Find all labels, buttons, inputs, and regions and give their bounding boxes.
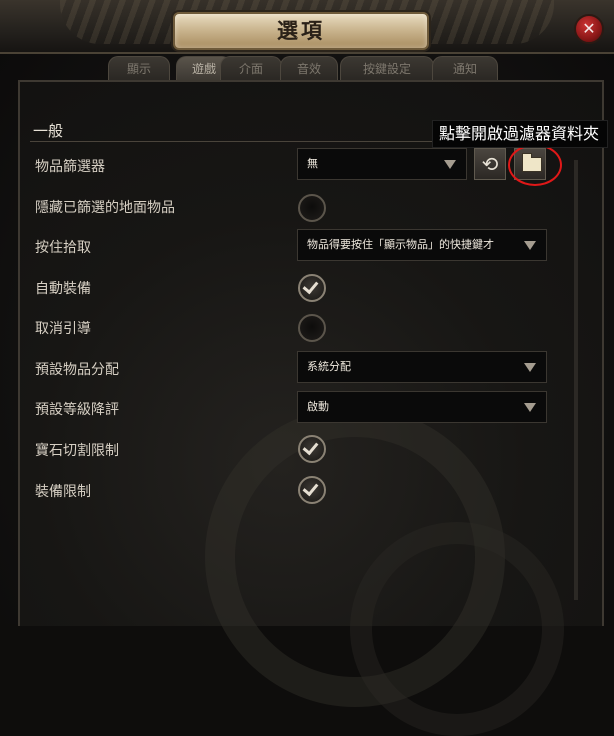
hold-pickup-label: 按住拾取 <box>35 240 91 256</box>
tab-interface[interactable]: 介面 <box>220 56 282 81</box>
cancel-guide-checkbox[interactable] <box>298 314 326 342</box>
highlight-annotation-ring <box>508 144 562 186</box>
section-title: 一般 <box>33 122 64 140</box>
gem-cut-limit-checkbox[interactable] <box>298 435 326 463</box>
chevron-down-icon <box>524 241 536 250</box>
default-alloc-dropdown[interactable]: 系統分配 <box>297 351 547 383</box>
default-level-down-dropdown[interactable]: 啟動 <box>297 391 547 423</box>
close-button[interactable]: ✕ <box>574 14 604 44</box>
tab-display[interactable]: 顯示 <box>108 56 170 81</box>
tab-audio[interactable]: 音效 <box>280 56 338 81</box>
chevron-down-icon <box>524 363 536 372</box>
hide-filtered-label: 隱藏已篩選的地面物品 <box>35 200 175 216</box>
folder-tooltip: 點擊開啟過濾器資料夾 <box>432 120 609 148</box>
cancel-guide-label: 取消引導 <box>35 321 91 337</box>
hold-pickup-value: 物品得要按住「顯示物品」的快捷鍵才 <box>307 238 494 251</box>
checkmark-icon <box>302 438 319 456</box>
default-alloc-label: 預設物品分配 <box>35 362 119 378</box>
checkmark-icon <box>302 479 319 497</box>
close-icon: ✕ <box>582 19 596 38</box>
checkmark-icon <box>302 277 319 295</box>
auto-equip-label: 自動裝備 <box>35 281 91 297</box>
gem-cut-limit-label: 寶石切割限制 <box>35 443 119 459</box>
auto-equip-checkbox[interactable] <box>298 274 326 302</box>
item-filter-value: 無 <box>307 157 318 170</box>
window-title: 選項 <box>277 19 325 43</box>
gear-decoration-small <box>350 522 564 736</box>
default-alloc-value: 系統分配 <box>307 360 351 373</box>
equip-limit-checkbox[interactable] <box>298 476 326 504</box>
default-level-down-value: 啟動 <box>307 400 329 413</box>
tab-keybindings[interactable]: 按鍵設定 <box>340 56 434 81</box>
equip-limit-label: 裝備限制 <box>35 484 91 500</box>
tab-notifications[interactable]: 通知 <box>432 56 498 81</box>
chevron-down-icon <box>444 160 456 169</box>
refresh-filter-button[interactable]: ⟲ <box>474 148 506 180</box>
title-plate: 選項 <box>173 12 429 50</box>
chevron-down-icon <box>524 403 536 412</box>
default-level-down-label: 預設等級降評 <box>35 402 119 418</box>
item-filter-label: 物品篩選器 <box>35 159 105 175</box>
item-filter-dropdown[interactable]: 無 <box>297 148 467 180</box>
options-window: 選項 ✕ 顯示 遊戲 介面 音效 按鍵設定 通知 一般 物品篩選器 無 ⟲ 隱藏… <box>0 0 614 736</box>
scrollbar[interactable] <box>574 160 578 600</box>
hold-pickup-dropdown[interactable]: 物品得要按住「顯示物品」的快捷鍵才 <box>297 229 547 261</box>
hide-filtered-checkbox[interactable] <box>298 194 326 222</box>
refresh-icon: ⟲ <box>481 152 499 176</box>
